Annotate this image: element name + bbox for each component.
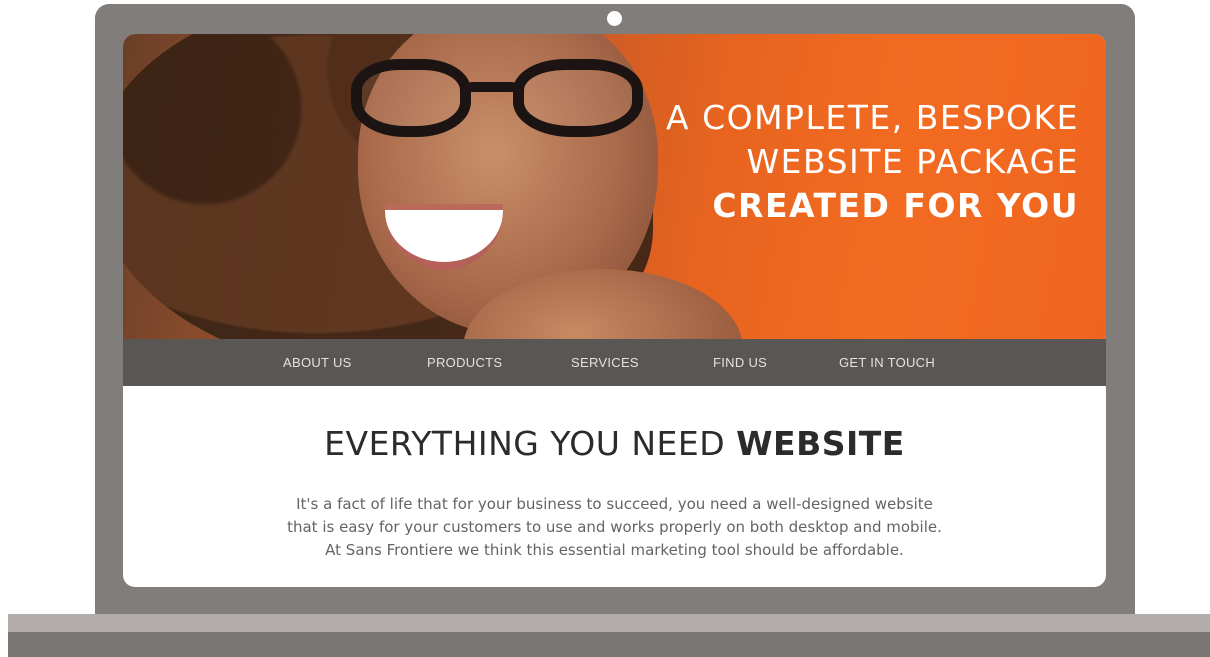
nav-item-about-us[interactable]: ABOUT US — [283, 339, 352, 386]
hero-headline-line-1: A COMPLETE, BESPOKE — [666, 98, 1079, 137]
section-title-bold: WEBSITE — [736, 424, 905, 463]
nav-item-services[interactable]: SERVICES — [571, 339, 639, 386]
nav-item-find-us[interactable]: FIND US — [713, 339, 767, 386]
glasses-right-lens — [513, 59, 643, 137]
laptop-base-top — [8, 614, 1210, 632]
laptop-screen: A COMPLETE, BESPOKE WEBSITE PACKAGE CREA… — [123, 34, 1106, 587]
laptop-mockup: A COMPLETE, BESPOKE WEBSITE PACKAGE CREA… — [0, 0, 1210, 657]
nav-item-get-in-touch[interactable]: GET IN TOUCH — [839, 339, 935, 386]
glasses-left-lens — [351, 59, 471, 137]
hero-banner: A COMPLETE, BESPOKE WEBSITE PACKAGE CREA… — [123, 34, 1106, 339]
hero-headline: A COMPLETE, BESPOKE WEBSITE PACKAGE CREA… — [666, 96, 1079, 228]
section-title: EVERYTHING YOU NEED WEBSITE — [123, 424, 1106, 463]
main-navigation: ABOUT US PRODUCTS SERVICES FIND US GET I… — [123, 339, 1106, 386]
intro-paragraph-line-2: that is easy for your customers to use a… — [287, 518, 942, 536]
intro-paragraph-line-3: At Sans Frontiere we think this essentia… — [325, 541, 904, 559]
glasses-bridge — [467, 82, 517, 92]
intro-paragraph-line-1: It's a fact of life that for your busine… — [296, 495, 933, 513]
camera-icon — [607, 11, 622, 26]
nav-item-products[interactable]: PRODUCTS — [427, 339, 502, 386]
laptop-base-bottom — [8, 632, 1210, 657]
intro-paragraph: It's a fact of life that for your busine… — [183, 493, 1046, 562]
hero-headline-line-2: WEBSITE PACKAGE — [746, 142, 1079, 181]
section-title-regular: EVERYTHING YOU NEED — [324, 424, 726, 463]
hero-headline-line-3: CREATED FOR YOU — [712, 186, 1079, 225]
